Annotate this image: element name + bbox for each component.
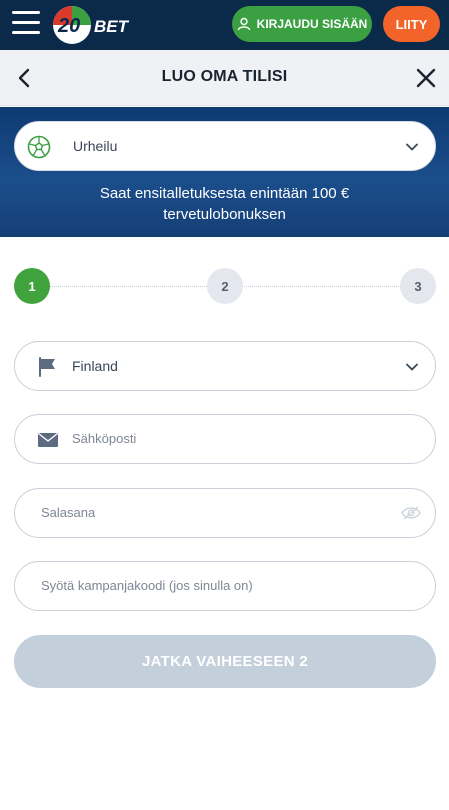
- close-icon[interactable]: [413, 64, 439, 92]
- promo-line-1: Saat ensitalletuksesta enintään 100 €: [99, 185, 350, 202]
- promo-text: Saat ensitalletuksesta enintään 100 € te…: [0, 183, 449, 225]
- flag-icon: [39, 357, 55, 377]
- continue-button-label: JATKA VAIHEESEEN 2: [142, 653, 308, 670]
- step-1: 1: [14, 268, 50, 304]
- join-button-label: LIITY: [395, 16, 428, 32]
- join-button[interactable]: LIITY: [383, 6, 440, 42]
- svg-text:20: 20: [57, 15, 80, 37]
- logo[interactable]: 20 BET: [52, 4, 142, 46]
- email-field[interactable]: Sähköposti: [14, 414, 436, 464]
- soccer-ball-icon: [27, 135, 51, 159]
- country-value: Finland: [72, 358, 118, 374]
- promo-code-placeholder: Syötä kampanjakoodi (jos sinulla on): [41, 578, 253, 593]
- sport-select-value: Urheilu: [73, 138, 118, 154]
- top-nav-bar: 20 BET KIRJAUDU SISÄÄN LIITY: [0, 0, 449, 50]
- login-button[interactable]: KIRJAUDU SISÄÄN: [232, 6, 372, 42]
- user-icon: [237, 17, 250, 31]
- country-select[interactable]: Finland: [14, 341, 436, 391]
- step-2: 2: [207, 268, 243, 304]
- envelope-icon: [38, 432, 58, 447]
- step-3: 3: [400, 268, 436, 304]
- eye-icon[interactable]: [401, 505, 421, 521]
- welcome-bonus-banner: Urheilu Saat ensitalletuksesta enintään …: [0, 107, 449, 237]
- password-placeholder: Salasana: [41, 505, 96, 520]
- password-field[interactable]: Salasana: [14, 488, 436, 538]
- svg-text:BET: BET: [94, 17, 130, 36]
- promo-code-field[interactable]: Syötä kampanjakoodi (jos sinulla on): [14, 561, 436, 611]
- email-placeholder: Sähköposti: [72, 431, 137, 446]
- page-title: LUO OMA TILISI: [161, 68, 288, 85]
- login-button-label: KIRJAUDU SISÄÄN: [256, 17, 368, 31]
- continue-step-2-button[interactable]: JATKA VAIHEESEEN 2: [14, 635, 436, 688]
- hamburger-menu-icon[interactable]: [12, 11, 40, 37]
- sport-select[interactable]: Urheilu: [14, 121, 436, 171]
- chevron-down-icon: [406, 143, 418, 151]
- page-header: LUO OMA TILISI: [0, 50, 449, 106]
- promo-line-2: tervetulobonuksen: [163, 206, 286, 223]
- registration-stepper: 1 2 3: [0, 268, 449, 306]
- chevron-down-icon: [406, 363, 418, 371]
